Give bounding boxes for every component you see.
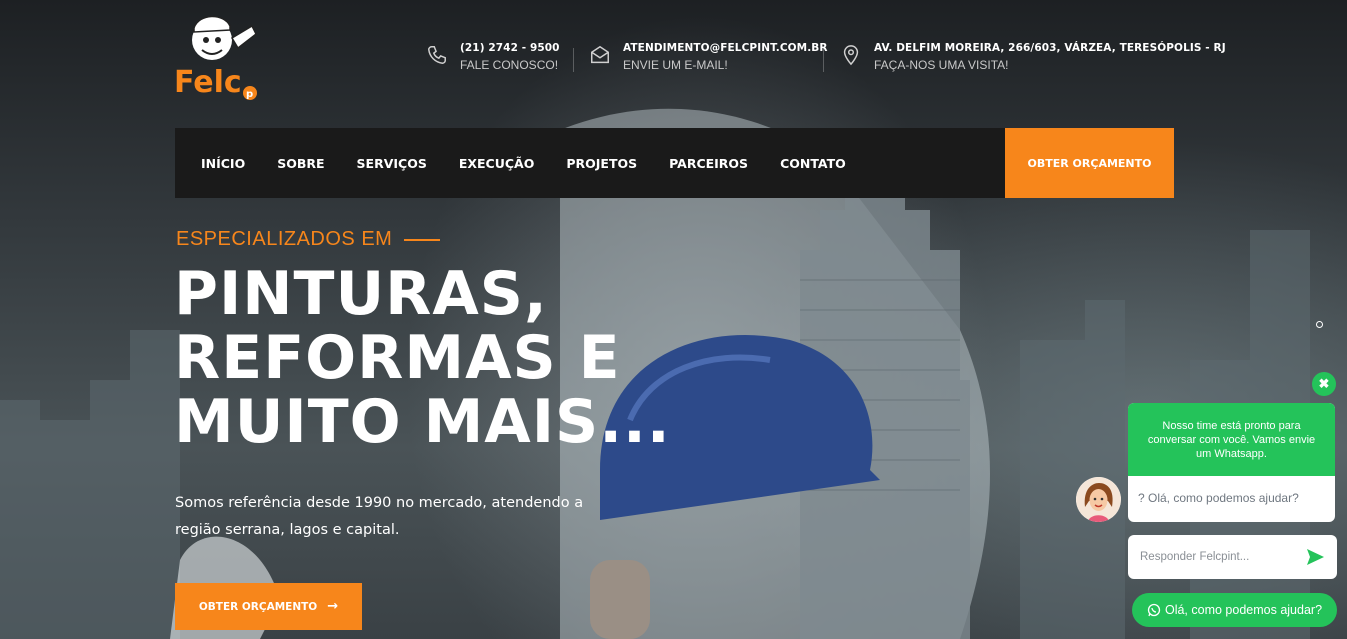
header-divider [823,48,824,72]
whatsapp-button[interactable]: Olá, como podemos ajudar? [1132,593,1337,627]
address-text: AV. DELFIM MOREIRA, 266/603, VÁRZEA, TER… [874,42,1226,54]
contact-address[interactable]: AV. DELFIM MOREIRA, 266/603, VÁRZEA, TER… [840,42,1226,72]
hero-quote-button-label: OBTER ORÇAMENTO [198,600,318,613]
contact-email[interactable]: ATENDIMENTO@FELCPINT.COM.BR ENVIE UM E-M… [589,42,828,72]
nav-item-sobre[interactable]: SOBRE [277,156,324,171]
nav-item-parceiros[interactable]: PARCEIROS [669,156,748,171]
hero-eyebrow: ESPECIALIZADOS EM [176,228,441,251]
nav-item-execucao[interactable]: EXECUÇÃO [459,156,535,171]
svg-text:p: p [246,89,253,100]
hero-eyebrow-text: ESPECIALIZADOS EM [176,228,393,250]
slider-dot[interactable] [1316,321,1323,328]
nav-item-servicos[interactable]: SERVIÇOS [357,156,427,171]
agent-avatar-icon [1076,477,1121,522]
headline-line-3: MUITO MAIS... [174,387,671,457]
hero-quote-button[interactable]: OBTER ORÇAMENTO → [175,583,362,630]
chat-panel: Nosso time está pronto para conversar co… [1128,403,1335,522]
felc-logo[interactable]: Felc p [174,8,264,104]
phone-number: (21) 2742 - 9500 [460,42,560,54]
contact-phone[interactable]: (21) 2742 - 9500 FALE CONOSCO! [426,42,560,72]
main-navbar: INÍCIO SOBRE SERVIÇOS EXECUÇÃO PROJETOS … [175,128,1174,198]
header-divider [573,48,574,72]
chat-message: ? Olá, como podemos ajudar? [1138,491,1299,505]
nav-menu: INÍCIO SOBRE SERVIÇOS EXECUÇÃO PROJETOS … [201,128,878,198]
whatsapp-button-label: Olá, como podemos ajudar? [1164,603,1323,617]
chat-greeting: Nosso time está pronto para conversar co… [1128,403,1335,476]
arrow-right-icon: → [327,599,339,614]
nav-item-contato[interactable]: CONTATO [780,156,846,171]
email-caption: ENVIE UM E-MAIL! [623,58,728,72]
agent-avatar [1076,477,1121,522]
headline-line-2: REFORMAS E [174,323,621,393]
chat-reply-placeholder: Responder Felcpint... [1140,551,1250,563]
hero-description: Somos referência desde 1990 no mercado, … [175,495,584,538]
whatsapp-icon [1147,603,1161,617]
phone-caption: FALE CONOSCO! [460,58,559,72]
chat-close-button[interactable]: ✖ [1312,372,1336,396]
send-icon[interactable] [1305,547,1325,567]
phone-icon [428,46,446,64]
address-caption: FAÇA-NOS UMA VISITA! [874,58,1009,72]
map-pin-icon [843,45,859,66]
headline-line-1: PINTURAS, [174,259,548,329]
nav-quote-button[interactable]: OBTER ORÇAMENTO [1005,128,1174,198]
hero-headline: PINTURAS, REFORMAS E MUITO MAIS... [174,262,734,454]
nav-item-inicio[interactable]: INÍCIO [201,156,245,171]
chat-reply-input[interactable]: Responder Felcpint... [1128,535,1337,579]
logo-text: Felc [174,65,242,100]
nav-item-projetos[interactable]: PROJETOS [566,156,637,171]
eyebrow-dash [404,238,441,241]
email-address: ATENDIMENTO@FELCPINT.COM.BR [623,42,828,54]
envelope-icon [591,45,609,64]
